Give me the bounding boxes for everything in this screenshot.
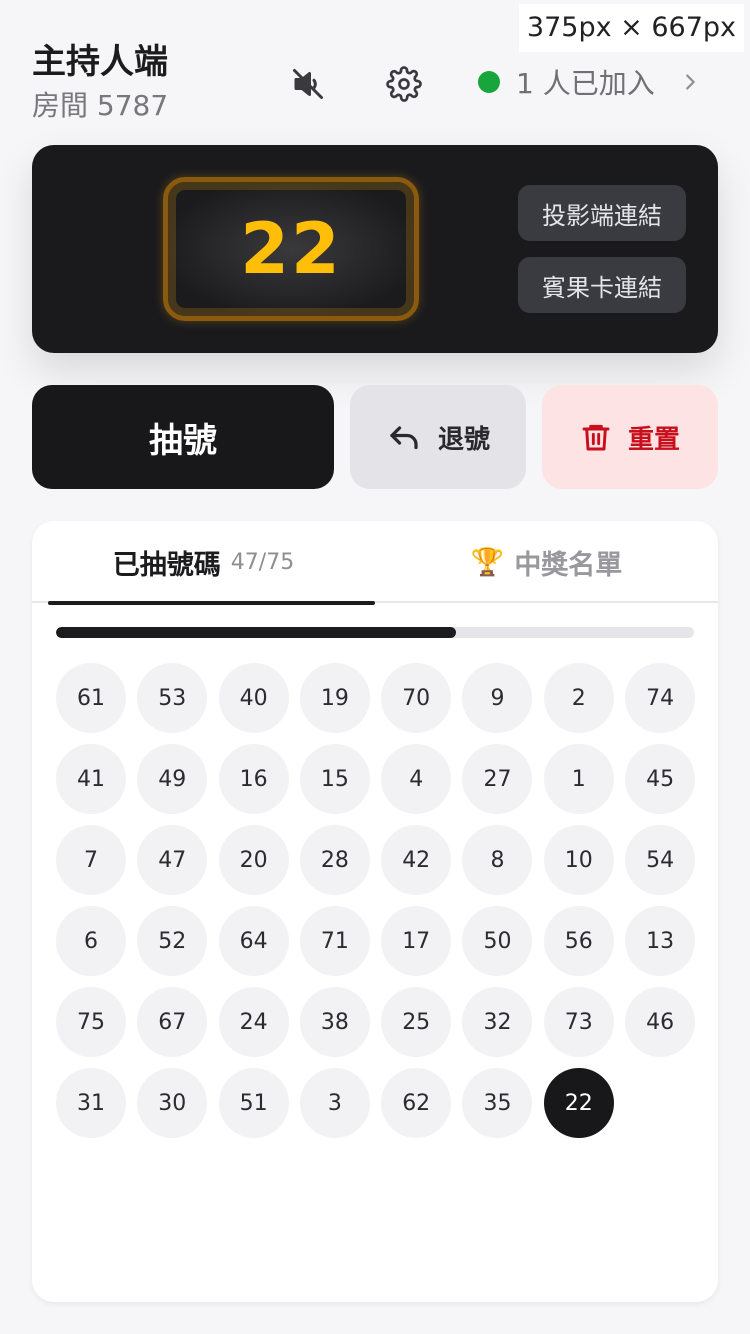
reset-label: 重置 (627, 424, 680, 455)
chevron-right-icon (679, 71, 701, 93)
drawn-number-ball: 8 (462, 825, 533, 895)
drawn-number-ball: 71 (299, 906, 370, 976)
drawn-number-ball: 1 (543, 744, 614, 814)
trash-icon (582, 424, 610, 451)
gear-icon (386, 66, 422, 102)
drawn-number-ball: 16 (218, 744, 289, 814)
drawn-number-ball: 25 (381, 987, 452, 1057)
drawn-number-ball: 40 (218, 663, 289, 733)
drawn-number-ball: 27 (462, 744, 533, 814)
settings-button[interactable] (382, 62, 426, 106)
drawn-number-ball: 38 (299, 987, 370, 1057)
drawn-number-ball: 52 (137, 906, 208, 976)
drawn-number-ball: 9 (462, 663, 533, 733)
tab-winners[interactable]: 🏆 中獎名單 (375, 521, 718, 603)
tab-drawn-label: 已抽號碼 (112, 549, 221, 581)
drawn-number-ball: 6 (56, 906, 126, 976)
drawn-number-ball: 62 (381, 1068, 452, 1138)
drawn-number-ball: 67 (137, 987, 208, 1057)
drawn-number-ball: 50 (462, 906, 533, 976)
drawn-number-ball: 49 (137, 744, 208, 814)
trophy-icon: 🏆 (470, 547, 505, 578)
tab-winners-label: 中獎名單 (514, 549, 623, 581)
drawn-number-ball: 10 (543, 825, 614, 895)
drawn-number-ball: 51 (218, 1068, 289, 1138)
current-number: 22 (240, 208, 342, 290)
drawn-number-ball: 31 (56, 1068, 126, 1138)
undo-number-label: 退號 (437, 424, 490, 455)
undo-arrow-icon (390, 426, 418, 450)
mute-toggle-button[interactable] (286, 62, 330, 106)
drawn-number-ball: 19 (299, 663, 370, 733)
reset-button[interactable]: 重置 (542, 385, 718, 489)
drawn-number-ball: 20 (218, 825, 289, 895)
drawn-number-ball: 61 (56, 663, 126, 733)
drawn-number-ball: 15 (299, 744, 370, 814)
undo-number-button[interactable]: 退號 (350, 385, 526, 489)
drawn-number-ball: 7 (56, 825, 126, 895)
draw-number-label: 抽號 (149, 420, 217, 461)
speaker-muted-icon (293, 69, 323, 99)
current-number-display: 22 (163, 177, 419, 321)
bingo-card-link-button[interactable]: 賓果卡連結 (518, 257, 686, 313)
drawn-number-ball: 4 (381, 744, 452, 814)
drawn-number-ball: 46 (625, 987, 696, 1057)
drawn-number-ball: 2 (543, 663, 614, 733)
drawn-number-ball: 45 (625, 744, 696, 814)
drawn-numbers-grid: 61 53 40 19 70 9 2 74 41 49 16 15 4 27 1 45 7 47 20 28 42 8 10… (56, 663, 696, 1138)
drawn-number-ball: 70 (381, 663, 452, 733)
drawn-number-ball: 53 (137, 663, 208, 733)
current-number-panel: 22 投影端連結 賓果卡連結 (32, 145, 718, 353)
drawn-number-ball: 73 (543, 987, 614, 1057)
drawn-number-ball: 13 (625, 906, 696, 976)
tab-drawn-numbers[interactable]: 已抽號碼 47/75 (32, 521, 375, 605)
drawn-number-ball: 41 (56, 744, 126, 814)
drawn-number-ball: 3 (299, 1068, 370, 1138)
action-bar: 抽號 退號 重置 (32, 385, 718, 489)
online-status-dot (478, 71, 500, 93)
header: 主持人端 房間 5787 1 人已加入 (32, 40, 718, 130)
drawn-number-ball: 24 (218, 987, 289, 1057)
draw-number-button[interactable]: 抽號 (32, 385, 334, 489)
drawn-number-ball: 30 (137, 1068, 208, 1138)
drawn-number-ball: 74 (625, 663, 696, 733)
draw-progress-fill (56, 627, 456, 638)
drawn-number-ball: 35 (462, 1068, 533, 1138)
players-joined-button[interactable]: 1 人已加入 (478, 60, 701, 104)
drawn-number-ball: 75 (56, 987, 126, 1057)
drawn-number-ball: 64 (218, 906, 289, 976)
players-joined-label: 1 人已加入 (516, 67, 655, 100)
drawn-number-ball: 28 (299, 825, 370, 895)
drawn-count: 47/75 (230, 549, 295, 575)
drawn-number-ball: 22 (543, 1068, 614, 1138)
drawn-number-ball: 17 (381, 906, 452, 976)
drawn-number-ball: 47 (137, 825, 208, 895)
projector-link-button[interactable]: 投影端連結 (518, 185, 686, 241)
numbers-card: 已抽號碼 47/75 🏆 中獎名單 61 53 40 19 70 9 2 74 41 49 16 15… (32, 521, 718, 1302)
drawn-number-ball: 56 (543, 906, 614, 976)
tab-bar: 已抽號碼 47/75 🏆 中獎名單 (32, 521, 718, 605)
drawn-number-ball: 42 (381, 825, 452, 895)
draw-progress-bar (56, 627, 694, 638)
drawn-number-ball: 32 (462, 987, 533, 1057)
drawn-number-ball: 54 (625, 825, 696, 895)
